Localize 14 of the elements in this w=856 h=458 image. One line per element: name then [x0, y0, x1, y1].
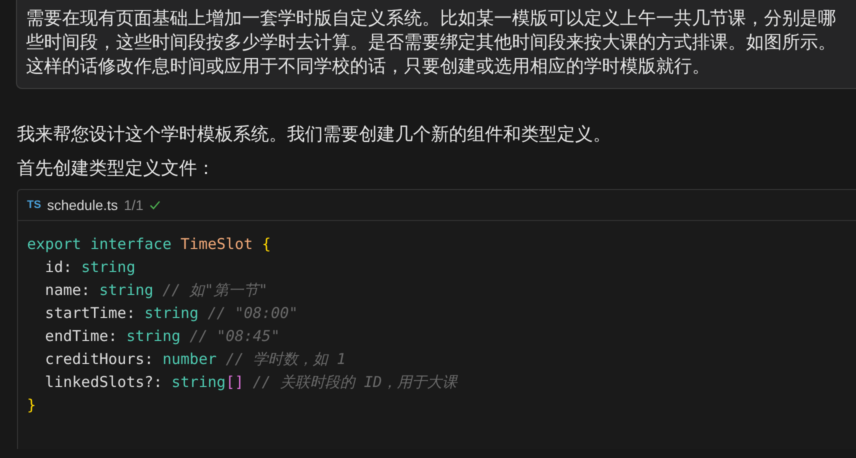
file-name[interactable]: schedule.ts	[47, 197, 118, 213]
code-line: startTime: string // "08:00"	[44, 303, 299, 324]
change-count: 1/1	[124, 197, 144, 213]
code-line: id: string	[44, 257, 136, 278]
code-line: linkedSlots?: string[] // 关联时段的 ID，用于大课	[44, 372, 459, 393]
language-label: TS	[27, 199, 42, 211]
code-line: creditHours: number // 学时数，如 1	[44, 349, 347, 370]
code-line: endTime: string // "08:45"	[44, 326, 281, 347]
code-line: export interface TimeSlot {	[27, 234, 272, 255]
response-text: 首先创建类型定义文件：	[17, 157, 216, 181]
response-text: 我来帮您设计这个学时模板系统。我们需要创建几个新的组件和类型定义。	[17, 123, 612, 147]
message-text: 需要在现有页面基础上增加一套学时版自定义系统。比如某一模版可以定义上午一共几节课，分别是哪些时间段，这些时间段按多少学时去计算。是否需要绑定其他时间段来按大课的方式排课。如图所示。这样的话修改作息时间或应用于不同学校的话，只要创建或选用相应的学时模版就行。	[26, 7, 837, 79]
code-line: }	[27, 395, 38, 416]
code-line: name: string // 如"第一节"	[44, 280, 269, 301]
